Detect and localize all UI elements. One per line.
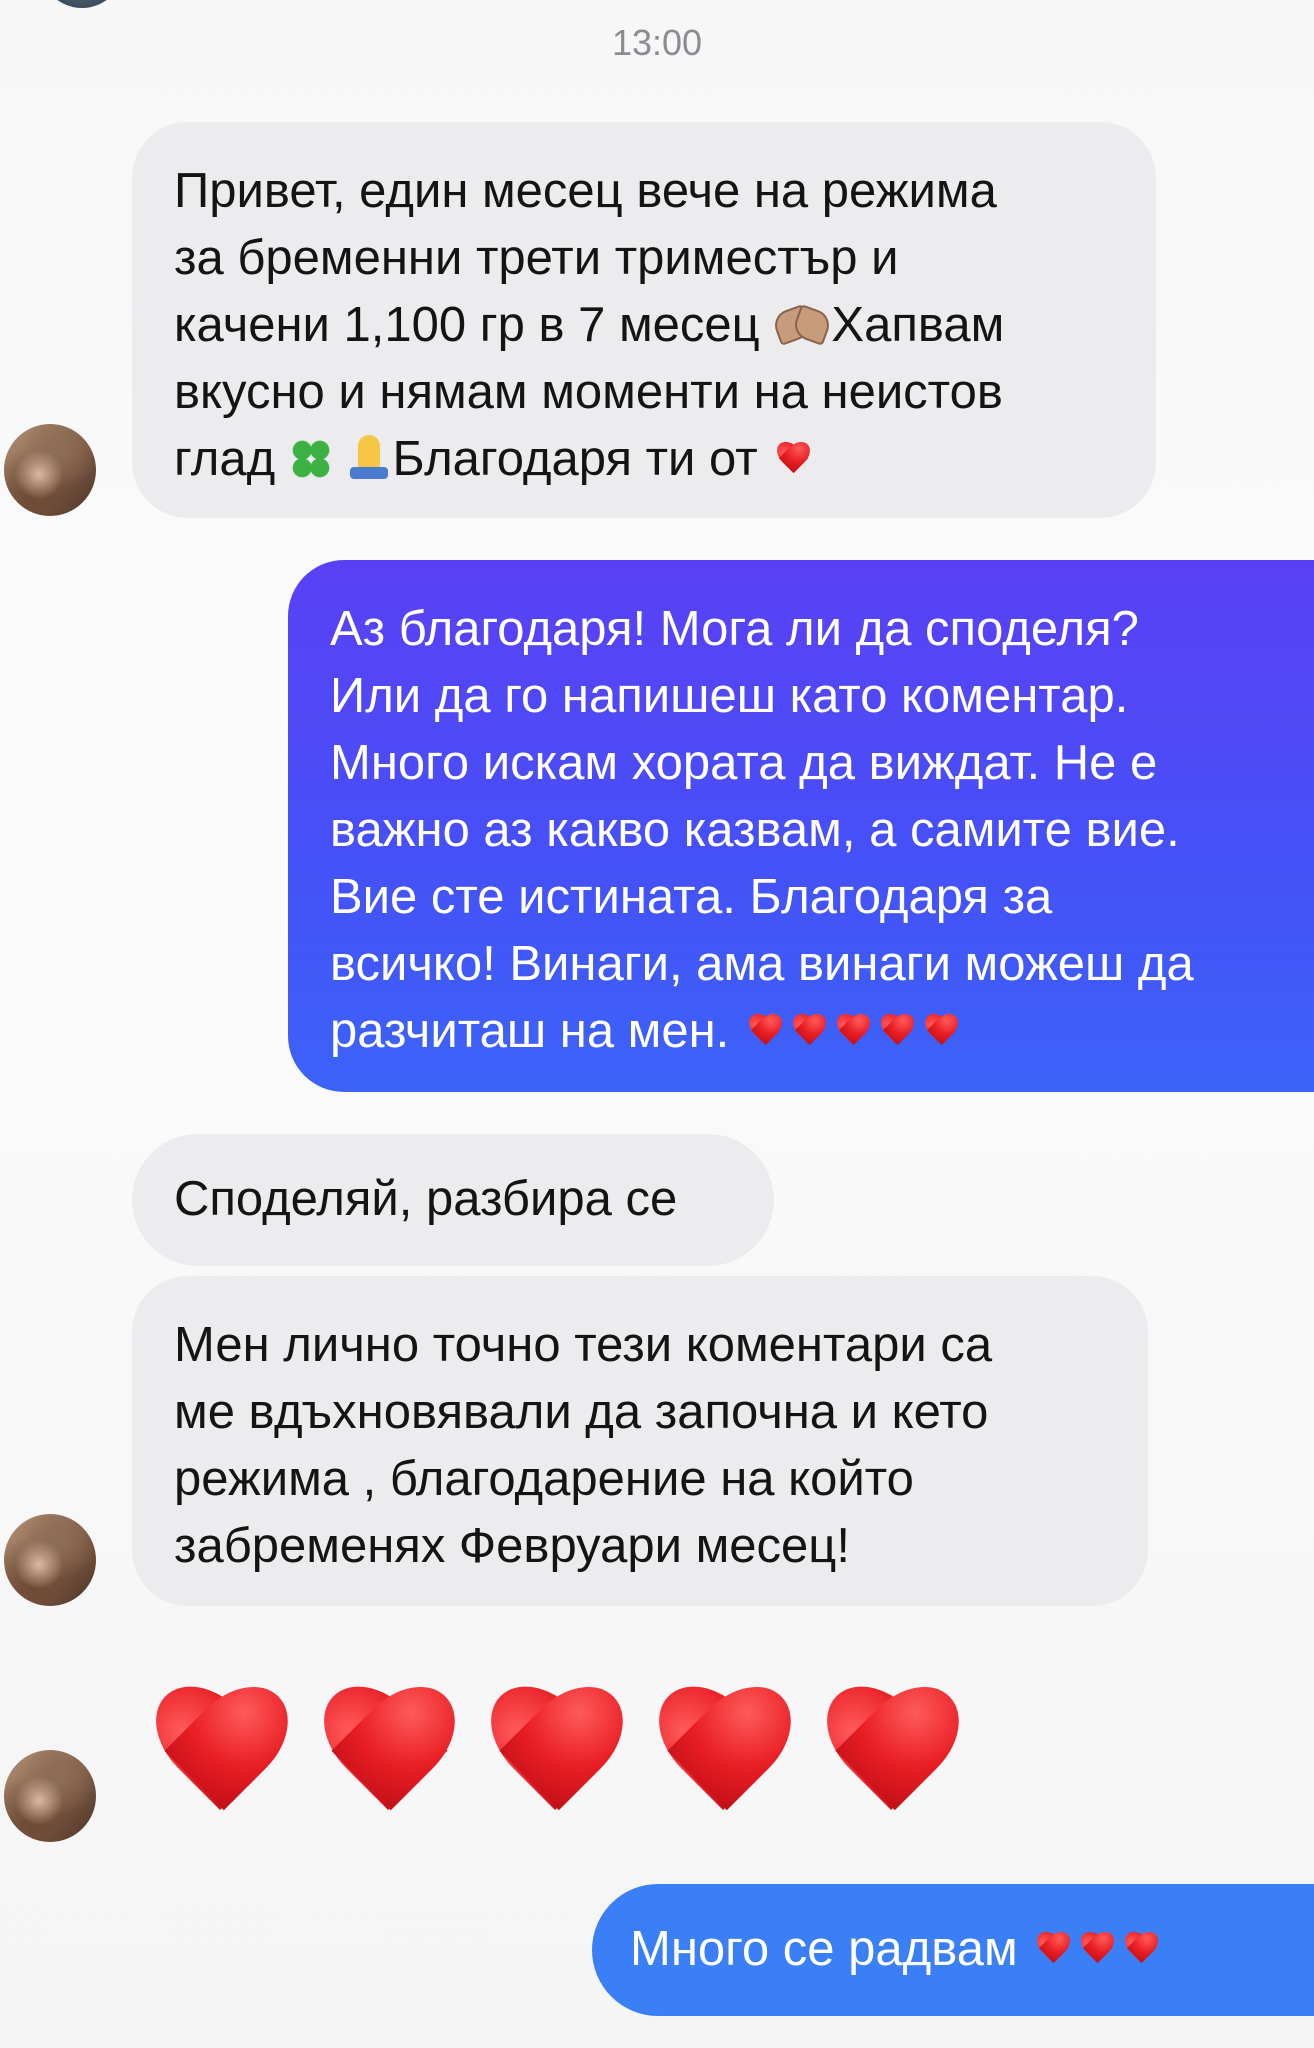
partial-avatar bbox=[40, 0, 124, 8]
message-text: Споделяй, разбира се bbox=[174, 1172, 678, 1226]
four-leaf-clover-icon bbox=[288, 437, 333, 481]
sender-avatar[interactable] bbox=[4, 424, 96, 516]
outgoing-message-bubble[interactable]: Много се радвам bbox=[592, 1884, 1314, 2016]
message-text: Аз благодаря! Мога ли да споделя? Или да… bbox=[330, 602, 1194, 1058]
red-heart-icon bbox=[1033, 1933, 1073, 1969]
folded-hands-icon bbox=[346, 433, 392, 481]
red-heart-icon bbox=[773, 443, 813, 479]
red-heart-icon bbox=[475, 1691, 636, 1836]
red-heart-icon bbox=[833, 1015, 873, 1051]
red-heart-icon bbox=[140, 1691, 301, 1836]
sender-avatar[interactable] bbox=[4, 1750, 96, 1842]
sender-avatar[interactable] bbox=[4, 1514, 96, 1606]
message-text: Много се радвам bbox=[630, 1916, 1308, 1983]
heart-hands-icon bbox=[773, 303, 831, 343]
outgoing-message-bubble[interactable]: Аз благодаря! Мога ли да споделя? Или да… bbox=[288, 560, 1314, 1092]
message-timestamp: 13:00 bbox=[611, 22, 703, 63]
emoji-only-message[interactable] bbox=[136, 1668, 1076, 1838]
red-heart-icon bbox=[789, 1015, 829, 1051]
red-heart-icon bbox=[1121, 1933, 1161, 1969]
message-text: Мен лично точно тези коментари са ме вдъ… bbox=[174, 1318, 993, 1573]
incoming-message-bubble[interactable]: Привет, един месец вече на режима за бре… bbox=[132, 122, 1156, 518]
red-heart-icon bbox=[745, 1015, 785, 1051]
incoming-message-bubble[interactable]: Споделяй, разбира се bbox=[132, 1134, 774, 1266]
red-heart-icon bbox=[307, 1691, 468, 1836]
red-heart-icon bbox=[1077, 1933, 1117, 1969]
message-text: Привет, един месец вече на режима за бре… bbox=[174, 164, 1005, 486]
incoming-message-bubble[interactable]: Мен лично точно тези коментари са ме вдъ… bbox=[132, 1276, 1148, 1606]
red-heart-icon bbox=[921, 1015, 961, 1051]
red-heart-icon bbox=[877, 1015, 917, 1051]
red-heart-icon bbox=[643, 1691, 804, 1836]
red-heart-icon bbox=[811, 1691, 972, 1836]
